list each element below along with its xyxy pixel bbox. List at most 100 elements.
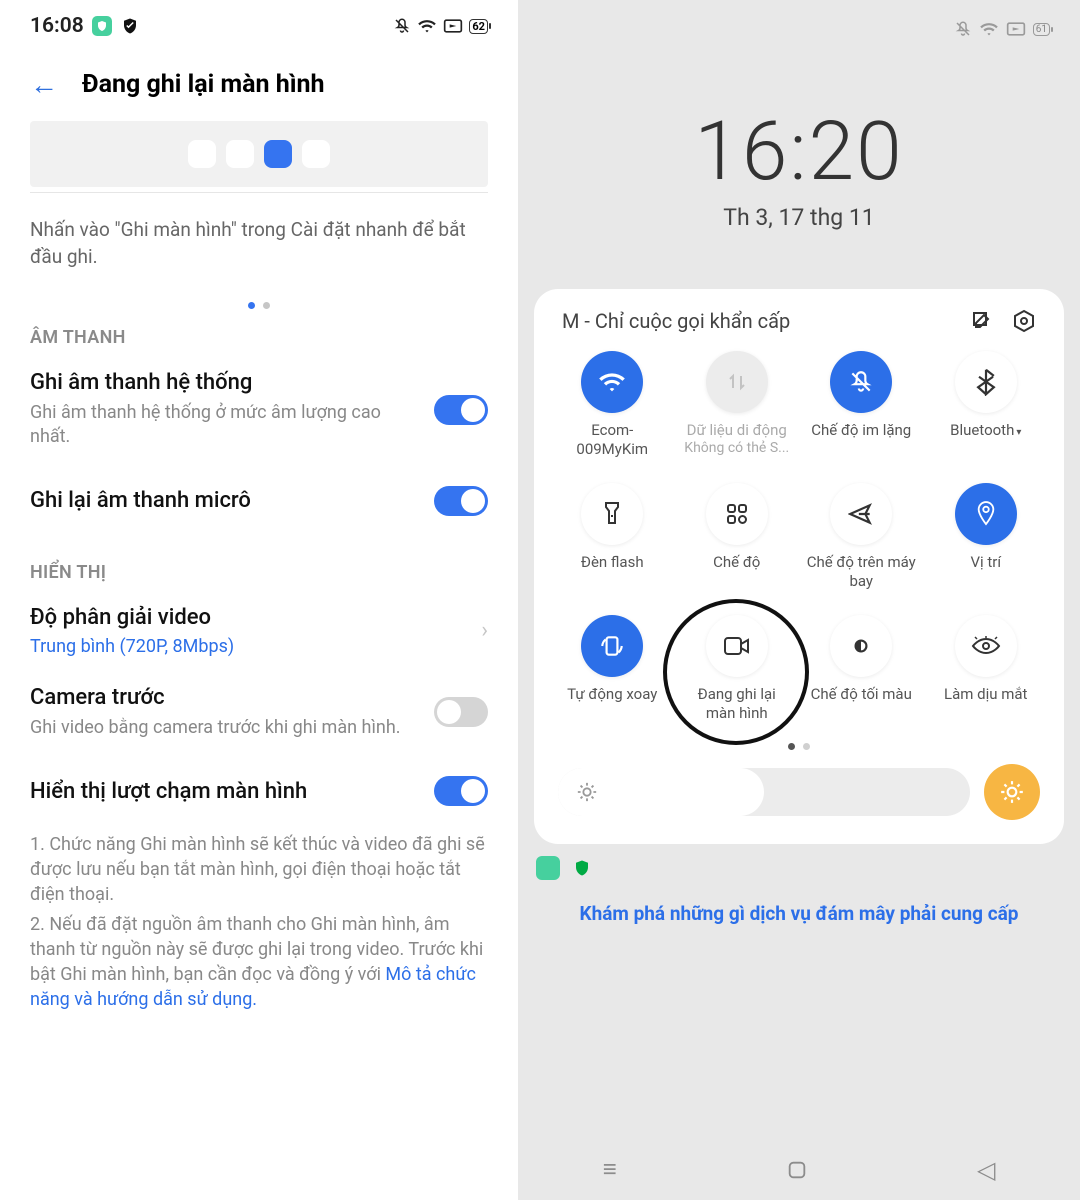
wifi-icon [581,351,643,413]
battery-indicator: 62 [469,19,488,34]
cloud-promo-text[interactable]: Khám phá những gì dịch vụ đám mây phải c… [518,880,1080,925]
settings-icon[interactable] [1012,309,1036,333]
bluetooth-icon [955,351,1017,413]
tile-label: Ecom-009MyKim [557,421,667,459]
preview-tile [226,140,254,168]
sun-icon [576,781,598,803]
wifi-icon [979,21,999,37]
app-header: ← Đang ghi lại màn hình [0,42,518,121]
clock-time: 16:20 [518,104,1080,200]
chevron-right-icon: › [481,618,488,643]
cast-icon [443,18,463,34]
back-button[interactable]: ◁ [977,1156,995,1184]
hint-text: Nhấn vào "Ghi màn hình" trong Cài đặt nh… [0,193,518,270]
chevron-down-icon: ▾ [1016,427,1021,438]
shield-icon [120,16,140,36]
data-icon [706,351,768,413]
page-dot [248,302,255,309]
mobile-data-tile[interactable]: Dữ liệu di động Không có thẻ S... [675,351,800,479]
system-audio-setting[interactable]: Ghi âm thanh hệ thống Ghi âm thanh hệ th… [0,352,518,468]
location-tile[interactable]: Vị trí [924,483,1049,611]
security-app-icon [536,856,560,880]
footer-notes: 1. Chức năng Ghi màn hình sẽ kết thúc và… [0,824,518,1020]
dark-mode-tile[interactable]: Chế độ tối màu [799,615,924,743]
footer-note-1: 1. Chức năng Ghi màn hình sẽ kết thúc và… [30,832,488,908]
setting-title: Độ phân giải video [30,605,465,630]
wifi-tile[interactable]: Ecom-009MyKim [550,351,675,479]
front-camera-setting[interactable]: Camera trước Ghi video bằng camera trước… [0,675,518,758]
wifi-icon [417,18,437,34]
flashlight-icon [581,483,643,545]
home-button[interactable] [786,1159,808,1181]
front-camera-toggle[interactable] [434,697,488,727]
setting-subtitle: Ghi âm thanh hệ thống ở mức âm lượng cao… [30,401,418,450]
tile-sublabel: Không có thẻ S... [684,440,789,457]
eye-icon [955,615,1017,677]
status-time: 16:08 [30,14,84,38]
navigation-bar: ≡ ◁ [518,1155,1080,1184]
setting-subtitle: Ghi video bằng camera trước khi ghi màn … [30,716,418,740]
page-indicator [0,270,518,327]
recents-button[interactable]: ≡ [603,1155,617,1184]
battery-indicator: 61 [1033,23,1050,36]
page-dot [263,302,270,309]
quick-settings-preview [30,121,488,187]
tile-label: Làm dịu mắt [944,685,1027,704]
tile-label: Dữ liệu di động [687,421,787,440]
preview-tile-active [264,140,292,168]
mute-icon [954,20,972,38]
flashlight-tile[interactable]: Đèn flash [550,483,675,611]
tile-label: Chế độ [713,553,760,572]
tile-label: Chế độ im lặng [811,421,911,440]
lock-clock: 16:20 Th 3, 17 thg 11 [518,38,1080,231]
bluetooth-tile[interactable]: Bluetooth▾ [924,351,1049,479]
system-audio-toggle[interactable] [434,395,488,425]
tiles-grid: Ecom-009MyKim Dữ liệu di động Không có t… [544,351,1054,743]
auto-brightness-button[interactable] [984,764,1040,820]
mic-audio-toggle[interactable] [434,486,488,516]
setting-title: Ghi âm thanh hệ thống [30,370,418,395]
mute-icon [393,17,411,35]
highlight-ring [663,599,809,745]
page-dot [788,743,795,750]
quick-settings-panel: M - Chỉ cuộc gọi khẩn cấp Ecom-009MyKim … [534,289,1064,844]
setting-title: Camera trước [30,685,418,710]
screen-record-tile[interactable]: Đang ghi lại màn hình [675,615,800,743]
setting-title: Ghi lại âm thanh micrô [30,488,418,513]
tile-label: Vị trí [970,553,1001,572]
panel-page-indicator [544,743,1054,764]
notification-icons [518,844,1080,880]
tile-label: Chế độ trên máy bay [806,553,916,591]
airplane-tile[interactable]: Chế độ trên máy bay [799,483,924,611]
brightness-row [544,764,1054,830]
auto-rotate-tile[interactable]: Tự động xoay [550,615,675,743]
show-touch-toggle[interactable] [434,776,488,806]
silent-tile[interactable]: Chế độ im lặng [799,351,924,479]
eye-comfort-tile[interactable]: Làm dịu mắt [924,615,1049,743]
edit-icon[interactable] [970,309,994,333]
section-audio: ÂM THANH [0,327,518,352]
status-bar: 61 [518,0,1080,38]
resolution-setting[interactable]: Độ phân giải video Trung bình (720P, 8Mb… [0,587,518,675]
location-icon [955,483,1017,545]
tile-label: Đèn flash [581,553,644,572]
security-app-icon [92,16,112,36]
setting-value: Trung bình (720P, 8Mbps) [30,636,465,657]
tile-label: Chế độ tối màu [811,685,912,704]
status-bar: 16:08 62 [0,0,518,42]
show-touch-setting[interactable]: Hiển thị lượt chạm màn hình [0,758,518,824]
settings-screen: 16:08 62 ← Đang ghi lại màn hình Nhấn và… [0,0,518,1200]
page-dot [803,743,810,750]
setting-title: Hiển thị lượt chạm màn hình [30,779,418,804]
brightness-slider[interactable] [558,768,970,816]
section-display: HIỂN THỊ [0,540,518,587]
mic-audio-setting[interactable]: Ghi lại âm thanh micrô [0,468,518,534]
cast-icon [1006,21,1026,37]
shield-icon [570,856,594,880]
footer-note-2: 2. Nếu đã đặt nguồn âm thanh cho Ghi màn… [30,912,488,1013]
grid-icon [706,483,768,545]
quick-settings-screen: 61 16:20 Th 3, 17 thg 11 M - Chỉ cuộc gọ… [518,0,1080,1200]
preview-tile [188,140,216,168]
back-button[interactable]: ← [30,68,58,101]
mode-tile[interactable]: Chế độ [675,483,800,611]
